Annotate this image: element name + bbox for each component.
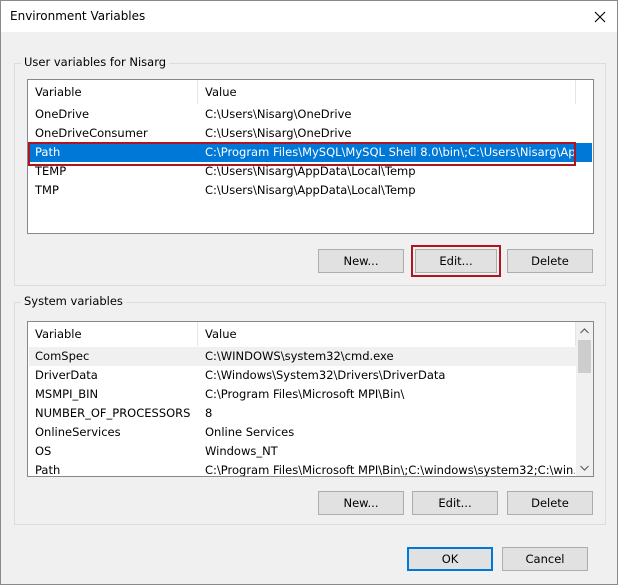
variable-value-cell: C:\Users\Nisarg\OneDrive (205, 107, 352, 121)
chevron-down-icon (580, 465, 589, 471)
table-row[interactable]: ComSpec C:\WINDOWS\system32\cmd.exe (29, 347, 577, 366)
user-delete-button[interactable]: Delete (507, 249, 593, 273)
table-row[interactable]: Path C:\Program Files\Microsoft MPI\Bin\;… (29, 461, 577, 477)
cancel-button[interactable]: Cancel (502, 547, 588, 571)
variable-value-cell: C:\Users\Nisarg\OneDrive (205, 126, 352, 140)
variable-name-cell: OS (35, 444, 52, 458)
variable-name-cell: MSMPI_BIN (35, 387, 99, 401)
system-variables-list[interactable]: Variable Value ComSpec C:\WINDOWS\system3… (27, 321, 594, 477)
column-header-variable[interactable]: Variable (28, 80, 198, 104)
variable-value-cell: Online Services (205, 425, 295, 439)
variable-name-cell: NUMBER_OF_PROCESSORS (35, 406, 191, 420)
table-row[interactable]: DriverData C:\Windows\System32\Drivers\Dr… (29, 366, 577, 385)
environment-variables-dialog: Environment Variables User variables for… (0, 0, 618, 585)
variable-value-cell: C:\WINDOWS\system32\cmd.exe (205, 349, 394, 363)
variable-name-cell: ComSpec (35, 349, 90, 363)
variable-name-cell: OneDrive (35, 107, 90, 121)
scroll-down-button[interactable] (576, 459, 593, 476)
table-row[interactable]: MSMPI_BIN C:\Program Files\Microsoft MPI\… (29, 385, 577, 404)
chevron-up-icon (580, 327, 589, 333)
system-edit-button[interactable]: Edit... (412, 491, 498, 515)
system-list-scrollbar[interactable] (576, 322, 593, 476)
variable-name-cell: DriverData (35, 368, 98, 382)
system-variables-label: System variables (21, 294, 126, 308)
close-icon (594, 11, 606, 22)
variable-value-cell: C:\Program Files\Microsoft MPI\Bin\;C:\w… (205, 463, 575, 477)
ok-button[interactable]: OK (407, 547, 493, 571)
variable-name-cell: Path (35, 463, 61, 477)
user-new-button[interactable]: New... (318, 249, 404, 273)
scroll-thumb[interactable] (578, 340, 591, 373)
table-row[interactable]: OS Windows_NT (29, 442, 577, 461)
table-row[interactable]: OneDriveConsumer C:\Users\Nisarg\OneDrive (29, 124, 592, 143)
title-bar: Environment Variables (1, 1, 617, 32)
variable-value-cell: C:\Windows\System32\Drivers\DriverData (205, 368, 446, 382)
user-edit-button[interactable]: Edit... (411, 245, 501, 277)
path-row-highlight (28, 142, 576, 166)
user-variables-label: User variables for Nisarg (21, 55, 170, 69)
system-delete-button[interactable]: Delete (507, 491, 593, 515)
column-header-value[interactable]: Value (198, 80, 576, 104)
scroll-up-button[interactable] (576, 322, 593, 339)
window-title: Environment Variables (10, 9, 146, 23)
variable-value-cell: C:\Users\Nisarg\AppData\Local\Temp (205, 183, 416, 197)
system-list-header: Variable Value (28, 322, 593, 346)
variable-value-cell: C:\Program Files\Microsoft MPI\Bin\ (205, 387, 405, 401)
variable-name-cell: OnlineServices (35, 425, 121, 439)
column-header-value[interactable]: Value (198, 322, 576, 346)
system-new-button[interactable]: New... (318, 491, 404, 515)
column-header-variable[interactable]: Variable (28, 322, 198, 346)
table-row[interactable]: OnlineServices Online Services (29, 423, 577, 442)
variable-value-cell: 8 (205, 406, 213, 420)
variable-value-cell: Windows_NT (205, 444, 278, 458)
close-button[interactable] (583, 1, 617, 32)
variable-name-cell: OneDriveConsumer (35, 126, 148, 140)
table-row[interactable]: OneDrive C:\Users\Nisarg\OneDrive (29, 105, 592, 124)
user-list-header: Variable Value (28, 80, 593, 104)
table-row[interactable]: TMP C:\Users\Nisarg\AppData\Local\Temp (29, 181, 592, 200)
table-row[interactable]: NUMBER_OF_PROCESSORS 8 (29, 404, 577, 423)
variable-name-cell: TMP (35, 183, 59, 197)
